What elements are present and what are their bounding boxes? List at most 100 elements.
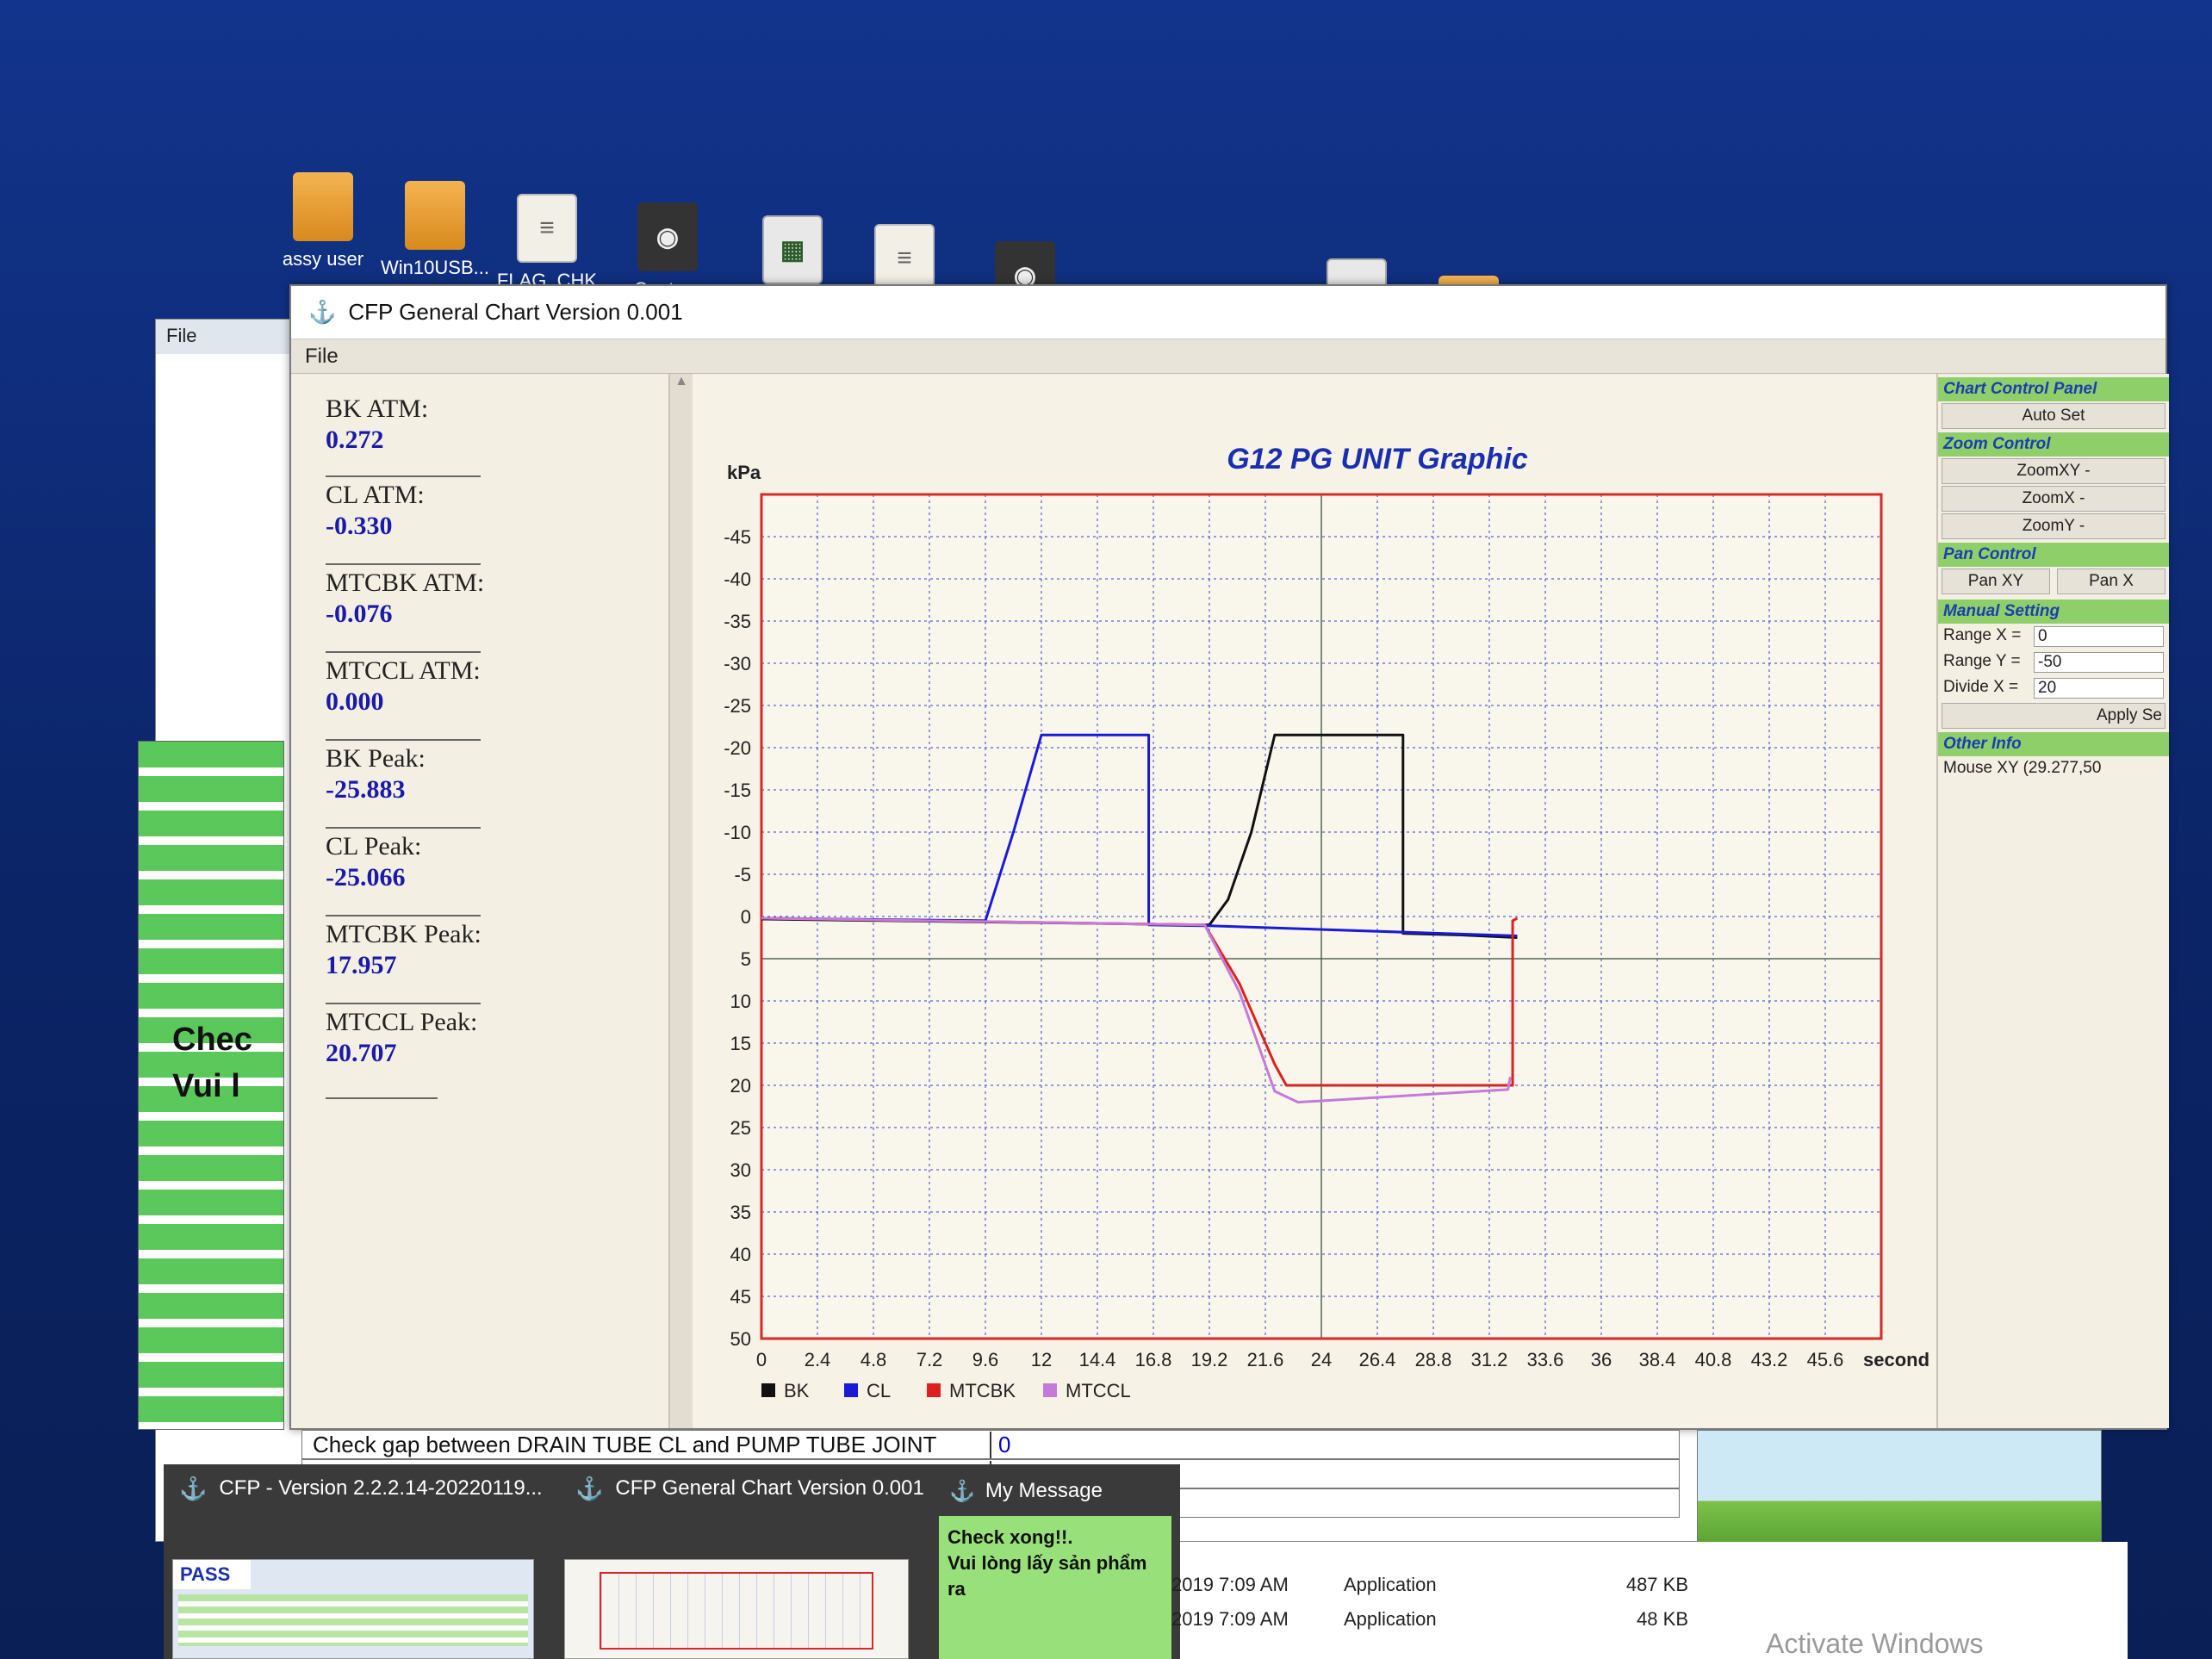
text-document-icon: ≡ (517, 194, 577, 263)
zoom-xy-minus-button[interactable]: ZoomXY - (1942, 458, 2165, 484)
check-line-1: Chec (172, 1022, 252, 1058)
message-line-1: Check xong!!. (948, 1526, 1073, 1548)
legend-swatch-mtccl (1043, 1383, 1057, 1397)
y-tick-label: 40 (730, 1244, 751, 1265)
y-tick-label: 30 (730, 1159, 751, 1181)
zoom-control-heading: Zoom Control (1938, 432, 2169, 457)
chart-window-thumbnail[interactable] (564, 1559, 909, 1659)
desktop-icon-label: Win10USB... (381, 257, 489, 278)
metrics-panel: BK ATM: 0.272 CL ATM: -0.330 MTCBK ATM: -0.07… (291, 374, 670, 1428)
legend-swatch-bk (761, 1383, 775, 1397)
scroll-up-icon[interactable]: ▲ (670, 374, 693, 389)
range-x-input[interactable]: 0 (2034, 626, 2164, 647)
y-tick-label: 0 (741, 906, 751, 928)
y-tick-label: 25 (730, 1117, 751, 1139)
file-row[interactable]: 2019 7:09 AM Application 487 KB (1171, 1568, 1688, 1602)
y-tick-label: -20 (724, 737, 751, 759)
step-label: Check gap between DRAIN TUBE CL and PUMP… (313, 1431, 937, 1457)
x-tick-label: 19.2 (1191, 1349, 1228, 1370)
pan-control-heading: Pan Control (1938, 543, 2169, 567)
y-tick-label: -15 (724, 780, 751, 801)
metric-item: BK ATM: 0.272 (326, 391, 481, 455)
file-list: 2019 7:09 AM Application 487 KB 2019 7:09 A… (1171, 1568, 1688, 1637)
x-axis-label: second (1863, 1349, 1929, 1370)
x-tick-label: 4.8 (861, 1349, 887, 1370)
x-tick-label: 16.8 (1135, 1349, 1172, 1370)
metric-item: MTCBK Peak: 17.957 (326, 915, 482, 980)
x-tick-label: 40.8 (1695, 1349, 1732, 1370)
file-size: 487 KB (1625, 1574, 1688, 1595)
zip-folder-icon (405, 181, 465, 250)
plot-area: -45 -40 -35 -30 -25 -20 -15 -10 -5 0 5 10 15 20 25 30 35… (693, 374, 1936, 1428)
metric-divider (326, 1097, 438, 1099)
desktop-icon[interactable]: assy user (258, 172, 388, 270)
metric-item: CL Peak: -25.066 (326, 827, 481, 892)
desktop-icon[interactable]: ≡ FLAG_CHK (482, 194, 612, 292)
metric-value: -25.066 (326, 863, 406, 892)
taskbar-item-cfp[interactable]: ⚓ CFP - Version 2.2.2.14-20220119... (164, 1464, 551, 1513)
cfp-window-thumbnail[interactable]: PASS (172, 1559, 534, 1659)
x-tick-label: 43.2 (1751, 1349, 1788, 1370)
y-tick-label: -40 (724, 569, 751, 590)
capture-app-icon: ◉ (637, 202, 698, 271)
zoom-y-minus-button[interactable]: ZoomY - (1942, 513, 2165, 539)
pan-xy-button[interactable]: Pan XY (1942, 569, 2050, 594)
file-type: Application (1344, 1608, 1437, 1630)
divide-x-row: Divide X = 20 (1938, 675, 2169, 701)
taskbar-item-chart[interactable]: ⚓ CFP General Chart Version 0.001 (560, 1464, 939, 1513)
x-tick-label: 9.6 (972, 1349, 999, 1370)
auto-set-button[interactable]: Auto Set (1942, 403, 2165, 429)
text-file-icon: ≡ (874, 224, 935, 293)
range-y-input[interactable]: -50 (2034, 652, 2164, 673)
cfp-app-icon: ⚓ (949, 1479, 975, 1503)
metric-item: CL ATM: -0.330 (326, 475, 481, 541)
zoom-x-minus-button[interactable]: ZoomX - (1942, 486, 2165, 512)
y-tick-label: 45 (730, 1286, 751, 1308)
chart-window-titlebar[interactable]: ⚓ CFP General Chart Version 0.001 (291, 286, 2165, 339)
legend-label-mtccl: MTCCL (1066, 1380, 1131, 1401)
divide-x-input[interactable]: 20 (2034, 678, 2164, 699)
check-line-2: Vui l (172, 1068, 240, 1104)
desktop-icon[interactable]: Win10USB... (370, 181, 500, 279)
metric-value: 0.272 (326, 426, 384, 454)
x-tick-label: 2.4 (805, 1349, 831, 1370)
legend-swatch-mtcbk (927, 1383, 941, 1397)
apply-setting-button[interactable]: Apply Se (1942, 703, 2165, 729)
metric-label: BK Peak: (326, 739, 481, 774)
y-tick-label: -5 (734, 864, 751, 885)
my-message-titlebar[interactable]: ⚓ My Message (939, 1469, 1180, 1513)
y-tick-label: -10 (724, 822, 751, 843)
metric-label: MTCCL ATM: (326, 651, 481, 686)
x-tick-label: 38.4 (1639, 1349, 1676, 1370)
x-tick-label: 28.8 (1415, 1349, 1452, 1370)
y-tick-label: 10 (730, 991, 751, 1012)
other-info-heading: Other Info (1938, 732, 2169, 756)
metrics-scrollbar[interactable]: ▲ (670, 374, 693, 1428)
step-row[interactable]: Check gap between DRAIN TUBE CL and PUMP… (301, 1430, 1680, 1459)
range-y-row: Range Y = -50 (1938, 649, 2169, 675)
range-y-label: Range Y = (1943, 652, 2021, 670)
x-tick-label: 36 (1591, 1349, 1612, 1370)
x-tick-label: 7.2 (916, 1349, 943, 1370)
pan-x-button[interactable]: Pan X (2057, 569, 2165, 594)
legend-label-cl: CL (867, 1380, 891, 1401)
chart-window: ⚓ CFP General Chart Version 0.001 File B… (289, 284, 2169, 1430)
x-tick-label: 0 (756, 1349, 767, 1370)
file-size: 48 KB (1637, 1608, 1688, 1630)
range-x-label: Range X = (1943, 626, 2022, 644)
my-message-title: My Message (985, 1479, 1103, 1502)
taskbar-item-chart-label: CFP General Chart Version 0.001 (615, 1476, 924, 1500)
legend-label-mtcbk: MTCBK (949, 1380, 1016, 1401)
metric-value: 0.000 (326, 687, 384, 716)
message-line-2: Vui lòng lấy sản phẩm ra (948, 1552, 1147, 1600)
x-tick-label: 24 (1311, 1349, 1332, 1370)
range-x-row: Range X = 0 (1938, 624, 2169, 649)
taskbar-item-cfp-label: CFP - Version 2.2.2.14-20220119... (219, 1476, 543, 1500)
file-row[interactable]: 2019 7:09 AM Application 48 KB (1171, 1602, 1688, 1637)
user-folder-icon (293, 172, 353, 241)
menu-file[interactable]: File (291, 339, 2165, 374)
cfp-app-icon: ⚓ (179, 1475, 208, 1501)
file-date: 2019 7:09 AM (1171, 1574, 1289, 1595)
desktop-icon-label: assy user (282, 248, 364, 270)
y-axis-label: kPa (727, 462, 761, 483)
